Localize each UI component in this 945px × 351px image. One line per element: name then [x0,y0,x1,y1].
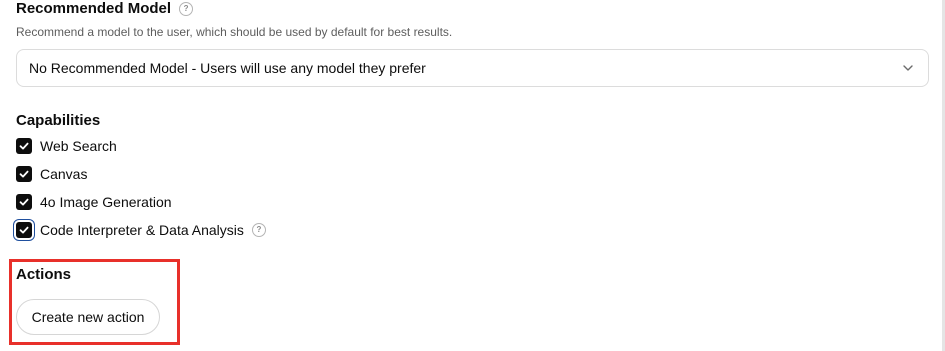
capability-label: Code Interpreter & Data Analysis [40,222,244,238]
recommended-model-select[interactable]: No Recommended Model - Users will use an… [16,49,929,87]
capabilities-title: Capabilities [16,112,101,129]
checkbox-image-generation[interactable] [16,194,32,210]
check-icon [19,226,29,234]
gpt-configure-panel: Recommended Model ? Recommend a model to… [0,0,945,351]
check-icon [19,170,29,178]
capability-label: Web Search [40,138,117,154]
capabilities-heading: Capabilities [16,112,100,129]
help-icon[interactable]: ? [251,223,266,237]
checkbox-web-search[interactable] [16,138,32,154]
help-icon[interactable]: ? [179,1,194,16]
highlight-box [9,259,180,345]
chevron-down-icon [903,65,913,71]
capability-label: Canvas [40,166,88,182]
capability-canvas[interactable]: Canvas [16,166,87,182]
capability-label: 4o Image Generation [40,194,172,210]
capability-image-generation[interactable]: 4o Image Generation [16,194,172,210]
checkbox-code-interpreter[interactable] [16,222,32,238]
capability-code-interpreter[interactable]: Code Interpreter & Data Analysis ? [16,222,266,238]
check-icon [19,198,29,206]
capability-web-search[interactable]: Web Search [16,138,117,154]
check-icon [19,142,29,150]
recommended-model-title: Recommended Model [16,0,172,17]
checkbox-canvas[interactable] [16,166,32,182]
recommended-model-value: No Recommended Model - Users will use an… [29,60,426,76]
recommended-model-heading: Recommended Model ? [16,0,194,17]
recommended-model-description: Recommend a model to the user, which sho… [16,25,453,39]
